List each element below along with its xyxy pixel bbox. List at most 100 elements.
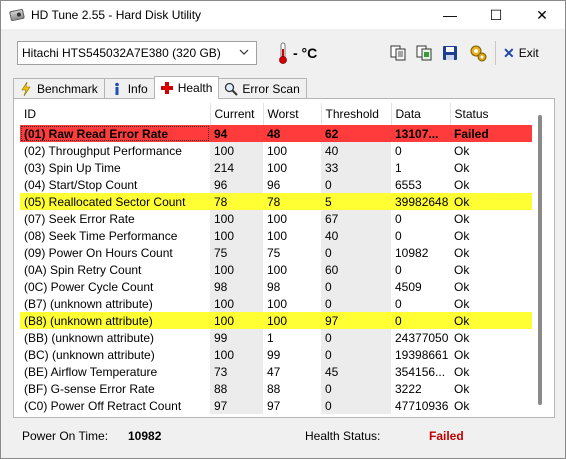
table-row[interactable]: (BB) (unknown attribute) 99 1 0 24377050 Ok (20, 329, 532, 346)
toolbar-separator (495, 41, 496, 65)
column-header-data[interactable]: Data (391, 103, 451, 125)
current-cell: 75 (210, 244, 263, 261)
status-bar: Power On Time: 10982 Health Status: Fail… (1, 421, 565, 459)
maximize-button[interactable]: ☐ (473, 1, 519, 29)
temperature-readout: - °C (293, 45, 318, 61)
table-row[interactable]: (0C) Power Cycle Count 98 98 0 4509 Ok (20, 278, 532, 295)
table-row[interactable]: (01) Raw Read Error Rate 94 48 62 13107... Fa… (20, 125, 532, 142)
tab-info-label: Info (127, 82, 148, 96)
status-cell: Ok (454, 143, 470, 158)
close-icon: ✕ (536, 6, 548, 23)
status-cell: Ok (454, 245, 470, 260)
exit-label: Exit (518, 46, 539, 60)
maximize-icon: ☐ (489, 6, 503, 23)
status-cell: Ok (454, 364, 470, 379)
tab-benchmark-label: Benchmark (37, 82, 98, 96)
table-row[interactable]: (02) Throughput Performance 100 100 40 0 Ok (20, 142, 532, 159)
table-row[interactable]: (05) Reallocated Sector Count 78 78 5 399826… (20, 193, 532, 210)
tab-health-label: Health (177, 81, 213, 95)
benchmark-icon (19, 82, 33, 96)
table-row[interactable]: (04) Start/Stop Count 96 96 0 6553 Ok (20, 176, 532, 193)
status-cell: Ok (454, 262, 470, 277)
minimize-button[interactable]: — (427, 1, 473, 29)
copy-info-button[interactable] (387, 42, 409, 64)
table-row[interactable]: (08) Seek Time Performance 100 100 40 0 Ok (20, 227, 532, 244)
copy-screenshot-button[interactable] (413, 42, 435, 64)
column-header-current[interactable]: Current (210, 103, 264, 125)
attribute-id-cell: (0C) Power Cycle Count (24, 279, 154, 294)
power-on-time-label: Power On Time: (22, 429, 109, 443)
current-cell: 99 (210, 329, 263, 346)
current-cell: 97 (210, 397, 263, 414)
worst-cell: 100 (267, 143, 288, 158)
worst-cell: 75 (267, 245, 281, 260)
current-cell: 94 (210, 125, 263, 142)
copy-icon (390, 45, 406, 61)
table-row[interactable]: (BE) Airflow Temperature 73 47 45 354156... O… (20, 363, 532, 380)
tab-benchmark[interactable]: Benchmark (13, 78, 105, 99)
smart-table: ID Current Worst Threshold Data Status (… (20, 103, 532, 414)
threshold-cell: 0 (321, 380, 391, 397)
tab-info[interactable]: Info (103, 78, 155, 99)
table-row[interactable]: (07) Seek Error Rate 100 100 67 0 Ok (20, 210, 532, 227)
worst-cell: 96 (267, 177, 281, 192)
window-controls: — ☐ ✕ (427, 1, 565, 29)
current-cell: 98 (210, 278, 263, 295)
drive-select[interactable]: Hitachi HTS545032A7E380 (320 GB) (17, 41, 257, 65)
table-row[interactable]: (03) Spin Up Time 214 100 33 1 Ok (20, 159, 532, 176)
data-cell: 19398661 (395, 347, 449, 362)
data-cell: 0 (395, 296, 402, 311)
worst-cell: 98 (267, 279, 281, 294)
status-cell: Ok (454, 228, 470, 243)
data-cell: 1 (395, 160, 402, 175)
status-cell: Ok (450, 312, 532, 329)
data-cell: 0 (395, 211, 402, 226)
table-row[interactable]: (09) Power On Hours Count 75 75 0 10982 Ok (20, 244, 532, 261)
worst-cell: 100 (267, 262, 288, 277)
table-row[interactable]: (B7) (unknown attribute) 100 100 0 0 Ok (20, 295, 532, 312)
attribute-id-cell: (B7) (unknown attribute) (24, 296, 153, 311)
worst-cell: 100 (267, 211, 288, 226)
column-header-status[interactable]: Status (450, 103, 532, 125)
exit-button[interactable]: ✕ Exit (503, 43, 539, 63)
data-cell: 0 (395, 228, 402, 243)
current-cell: 78 (210, 193, 263, 210)
attribute-id-cell: (07) Seek Error Rate (24, 211, 135, 226)
status-cell: Ok (454, 160, 470, 175)
table-row[interactable]: (C0) Power Off Retract Count 97 97 0 4771093… (20, 397, 532, 414)
tab-health[interactable]: Health (153, 76, 220, 99)
table-row[interactable]: (BF) G-sense Error Rate 88 88 0 3222 Ok (20, 380, 532, 397)
options-button[interactable] (467, 42, 489, 64)
app-disk-icon (9, 7, 25, 23)
status-cell: Ok (454, 330, 470, 345)
attribute-id-cell: (03) Spin Up Time (24, 160, 121, 175)
threshold-cell: 0 (321, 176, 391, 193)
close-button[interactable]: ✕ (519, 1, 565, 29)
vertical-scrollbar[interactable] (538, 115, 542, 405)
column-header-threshold[interactable]: Threshold (321, 103, 392, 125)
worst-cell: 97 (267, 398, 281, 413)
column-header-id[interactable]: ID (20, 103, 211, 125)
save-button[interactable] (439, 42, 461, 64)
health-status-label: Health Status: (305, 429, 381, 443)
table-body: (01) Raw Read Error Rate 94 48 62 13107... Fa… (20, 125, 532, 414)
attribute-id-cell: (BC) (unknown attribute) (24, 347, 155, 362)
column-header-worst[interactable]: Worst (263, 103, 322, 125)
table-row[interactable]: (0A) Spin Retry Count 100 100 60 0 Ok (20, 261, 532, 278)
worst-cell: 100 (263, 312, 321, 329)
data-cell: 6553 (395, 177, 422, 192)
attribute-id-cell: (08) Seek Time Performance (24, 228, 178, 243)
table-row[interactable]: (BC) (unknown attribute) 100 99 0 19398661 Ok (20, 346, 532, 363)
attribute-id-cell: (BE) Airflow Temperature (24, 364, 158, 379)
status-cell: Ok (450, 193, 532, 210)
tab-error-scan[interactable]: Error Scan (218, 78, 307, 99)
worst-cell: 100 (267, 228, 288, 243)
title-bar: HD Tune 2.55 - Hard Disk Utility — ☐ ✕ (1, 1, 565, 29)
status-cell: Ok (454, 211, 470, 226)
table-row[interactable]: (B8) (unknown attribute) 100 100 97 0 Ok (20, 312, 532, 329)
current-cell: 100 (210, 346, 263, 363)
threshold-cell: 0 (321, 295, 391, 312)
health-cross-icon (160, 81, 174, 95)
smart-attribute-list[interactable]: ID Current Worst Threshold Data Status (… (20, 103, 532, 415)
current-cell: 88 (210, 380, 263, 397)
